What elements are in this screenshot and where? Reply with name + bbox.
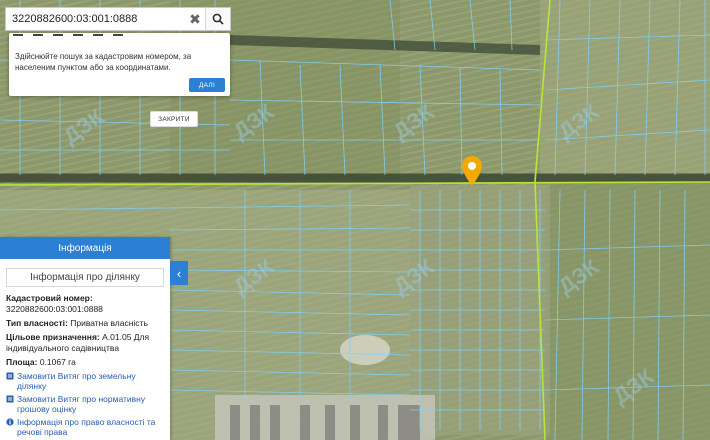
search-input[interactable] [6, 8, 185, 30]
collapse-panel-button[interactable]: ‹ [170, 261, 188, 285]
search-bar: ✖ [5, 7, 231, 31]
info-panel: Інформація Інформація про ділянку Кадаст… [0, 237, 170, 440]
panel-header: Інформація [0, 237, 170, 259]
document-icon [6, 372, 14, 380]
tool-icon[interactable] [93, 34, 103, 42]
search-icon [212, 13, 224, 25]
tool-icon[interactable] [113, 34, 123, 42]
chevron-left-icon: ‹ [176, 265, 182, 281]
location-pin-icon[interactable] [461, 155, 483, 187]
tooltip-next-button[interactable]: ДАЛІ [189, 78, 225, 92]
tool-icon[interactable] [53, 34, 63, 42]
close-icon: ✖ [189, 10, 201, 27]
tooltip-message: Здійснюйте пошук за кадастровим номером,… [15, 52, 192, 72]
tool-icon[interactable] [73, 34, 83, 42]
order-parcel-extract-link[interactable]: Замовити Витяг про земельну ділянку [6, 371, 164, 391]
tooltip-close-button[interactable]: ЗАКРИТИ [150, 111, 198, 127]
clear-search-button[interactable]: ✖ [185, 8, 205, 30]
cadastral-number-value: 3220882600:03:001:0888 [6, 304, 103, 314]
cadastral-number-label: Кадастровий номер: [6, 293, 93, 303]
parcel-info-title: Інформація про ділянку [6, 268, 164, 287]
info-icon [6, 418, 14, 426]
parcel-area: Площа: 0.1067 га [6, 357, 76, 367]
ownership-type: Тип власності: Приватна власність [6, 318, 148, 328]
toolbar-icons-row [13, 34, 123, 42]
tool-icon[interactable] [33, 34, 43, 42]
document-icon [6, 395, 14, 403]
order-valuation-extract-link[interactable]: Замовити Витяг про нормативну грошову оц… [6, 394, 164, 414]
search-hint-tooltip: Здійснюйте пошук за кадастровим номером,… [9, 33, 230, 127]
purpose: Цільове призначення: A.01.05 Для індивід… [6, 332, 150, 353]
search-button[interactable] [205, 8, 230, 30]
tool-icon[interactable] [13, 34, 23, 42]
ownership-rights-link[interactable]: Інформація про право власності та речові… [6, 417, 164, 437]
